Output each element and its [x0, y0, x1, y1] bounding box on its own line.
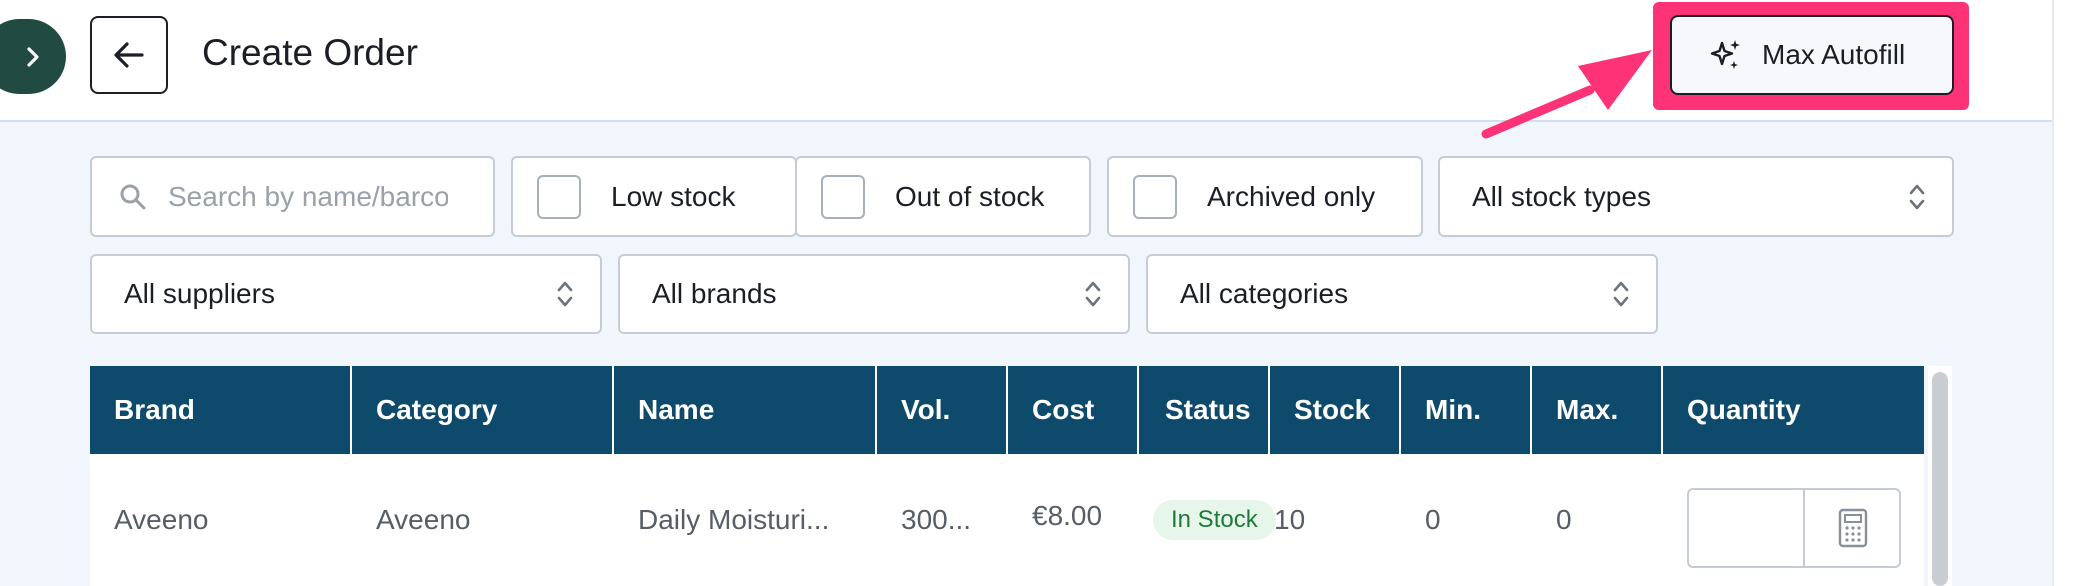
suppliers-select[interactable]: All suppliers [90, 254, 602, 334]
column-header-brand[interactable]: Brand [90, 366, 352, 454]
out-of-stock-checkbox-box[interactable] [821, 174, 865, 219]
brands-select[interactable]: All brands [618, 254, 1130, 334]
chevron-updown-icon [1909, 184, 1925, 209]
page-title: Create Order [202, 32, 418, 73]
chevron-right-icon [27, 46, 39, 67]
table-row: Aveeno Aveeno Daily Moisturi... 300... €… [90, 454, 1924, 586]
column-header-category[interactable]: Category [352, 366, 614, 454]
cell-status: In Stock [1139, 454, 1276, 586]
cell-category: Aveeno [376, 504, 471, 535]
search-icon [120, 184, 146, 209]
archived-only-label: Archived only [1207, 180, 1376, 212]
cell-max: 0 [1556, 504, 1572, 535]
calculator-button[interactable] [1803, 490, 1901, 566]
column-header-max[interactable]: Max. [1532, 366, 1663, 454]
brands-value: All brands [652, 278, 777, 309]
calculator-icon [1838, 508, 1868, 548]
quantity-field [1687, 488, 1901, 568]
suppliers-value: All suppliers [124, 278, 275, 309]
right-edge-panel [2052, 0, 2082, 586]
stock-types-select[interactable]: All stock types [1438, 156, 1954, 237]
categories-value: All categories [1180, 278, 1349, 309]
search-field[interactable]: Search by name/barcode [90, 156, 495, 237]
column-header-quantity[interactable]: Quantity [1663, 366, 1924, 454]
search-input[interactable]: Search by name/barcode [168, 181, 448, 213]
chevron-updown-icon [1085, 281, 1101, 307]
cell-stock: 10 [1274, 504, 1306, 535]
max-autofill-label: Max Autofill [1762, 39, 1906, 70]
sparkles-icon [1710, 40, 1740, 69]
column-header-status[interactable]: Status [1139, 366, 1270, 454]
chevron-updown-icon [1613, 281, 1629, 307]
low-stock-checkbox[interactable]: Low stock [511, 156, 797, 237]
cell-brand: Aveeno [114, 504, 209, 535]
table-header: Brand Category Name Vol. Cost Status Sto… [90, 366, 1924, 454]
categories-select[interactable]: All categories [1146, 254, 1658, 334]
status-badge: In Stock [1153, 500, 1276, 540]
quantity-input[interactable] [1689, 490, 1807, 568]
cell-cost: €8.00 [1032, 500, 1103, 531]
back-button[interactable] [90, 16, 168, 94]
archived-only-checkbox[interactable]: Archived only [1107, 156, 1423, 237]
archived-only-checkbox-box[interactable] [1133, 174, 1177, 219]
column-header-cost[interactable]: Cost [1008, 366, 1139, 454]
out-of-stock-label: Out of stock [895, 180, 1045, 212]
column-header-vol[interactable]: Vol. [877, 366, 1008, 454]
cell-min: 0 [1425, 504, 1441, 535]
stock-types-value: All stock types [1472, 180, 1651, 212]
annotation-arrow-icon [1481, 50, 1652, 139]
sidebar-expand-button[interactable] [0, 19, 66, 94]
cell-vol: 300... [901, 504, 972, 535]
column-header-name[interactable]: Name [614, 366, 877, 454]
chevron-updown-icon [557, 281, 573, 307]
low-stock-label: Low stock [611, 180, 736, 212]
low-stock-checkbox-box[interactable] [537, 174, 581, 219]
column-header-stock[interactable]: Stock [1270, 366, 1401, 454]
arrow-left-icon [114, 42, 144, 68]
column-header-min[interactable]: Min. [1401, 366, 1532, 454]
cell-name: Daily Moisturi... [638, 504, 830, 535]
table-scrollbar[interactable] [1932, 372, 1948, 586]
out-of-stock-checkbox[interactable]: Out of stock [795, 156, 1091, 237]
max-autofill-button[interactable]: Max Autofill [1670, 15, 1954, 95]
